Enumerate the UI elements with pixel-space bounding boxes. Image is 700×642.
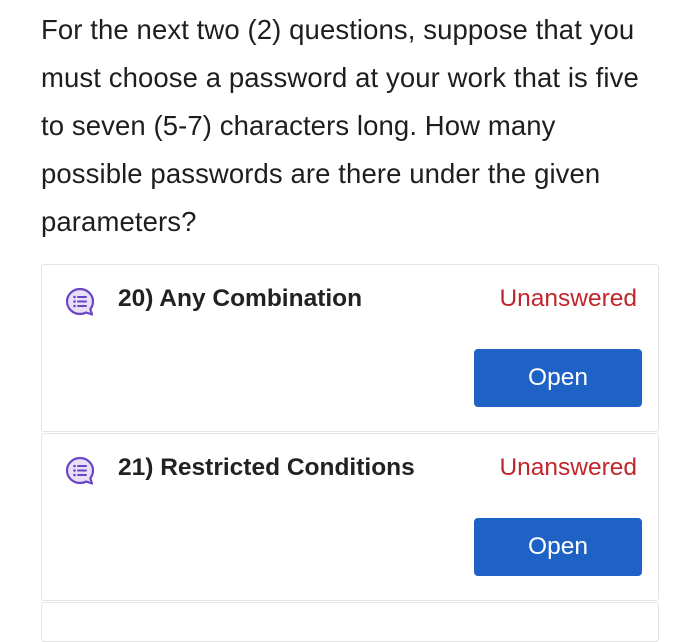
prompt-line: to seven (5-7) characters long. How many <box>41 110 556 141</box>
status-badge: Unanswered <box>499 285 637 312</box>
prompt-line: parameters? <box>41 206 197 237</box>
open-button[interactable]: Open <box>474 518 642 576</box>
question-list-icon <box>64 286 96 318</box>
prompt-line: must choose a password at your work that… <box>41 62 639 93</box>
open-button[interactable]: Open <box>474 349 642 407</box>
prompt-line: For the next two (2) questions, suppose … <box>41 14 635 45</box>
question-card: 21) Restricted Conditions Unanswered Ope… <box>41 433 659 601</box>
question-card: 20) Any Combination Unanswered Open <box>41 264 659 432</box>
question-title: 21) Restricted Conditions <box>118 454 415 481</box>
question-prompt: For the next two (2) questions, suppose … <box>41 6 671 246</box>
question-card-partial <box>41 602 659 642</box>
status-badge: Unanswered <box>499 454 637 481</box>
question-title: 20) Any Combination <box>118 285 363 312</box>
question-list-icon <box>64 455 96 487</box>
prompt-line: possible passwords are there under the g… <box>41 158 601 189</box>
